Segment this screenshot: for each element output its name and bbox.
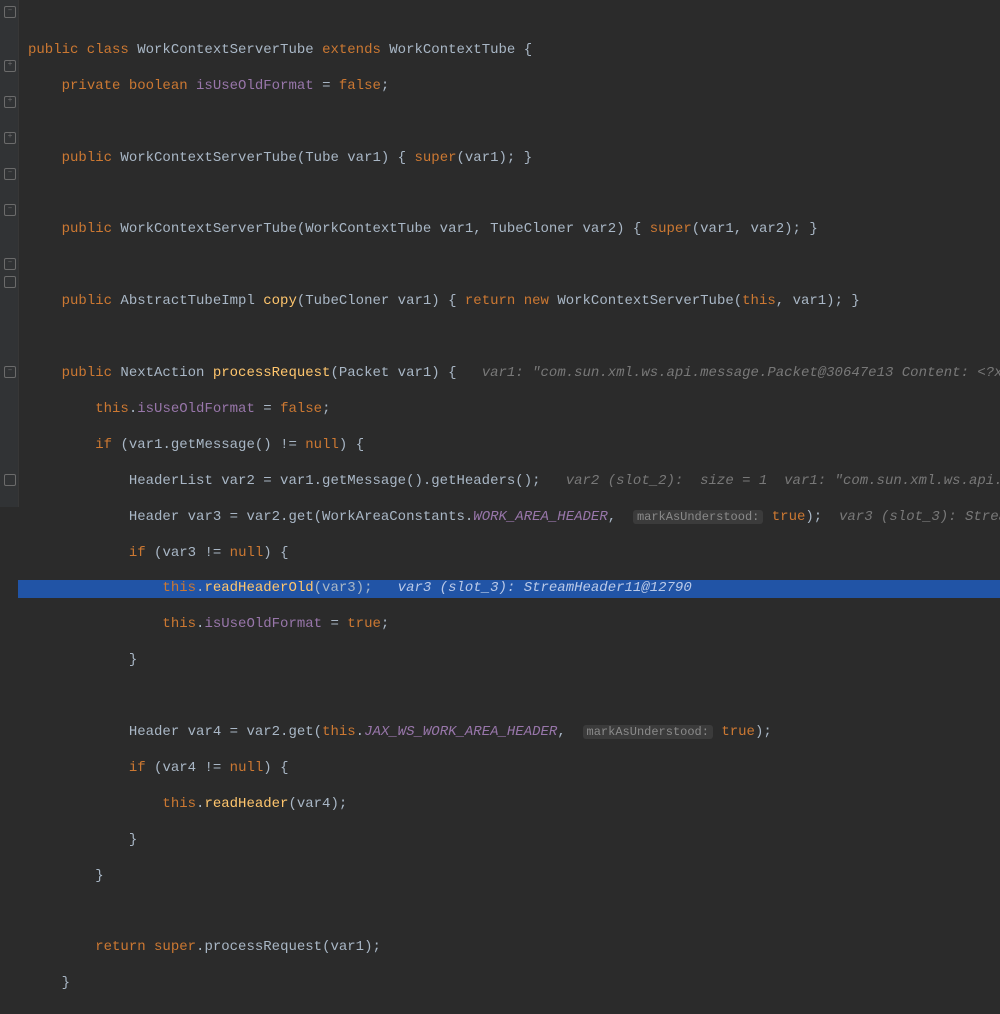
code-line: Header var4 = var2.get(this.JAX_WS_WORK_… <box>28 724 1000 742</box>
code-line: return super.processRequest(var1); <box>28 939 1000 957</box>
code-line: if (var4 != null) { <box>28 760 1000 778</box>
blank-line <box>28 114 1000 132</box>
code-line: public class WorkContextServerTube exten… <box>28 42 1000 60</box>
code-editor[interactable]: public class WorkContextServerTube exten… <box>18 0 1000 507</box>
code-line: } <box>28 868 1000 886</box>
fold-toggle[interactable]: – <box>4 168 16 180</box>
parameter-hint: markAsUnderstood: <box>633 510 763 524</box>
code-line: public NextAction processRequest(Packet … <box>28 365 1000 383</box>
blank-line <box>28 185 1000 203</box>
gutter: – + + + – – – – <box>0 0 19 507</box>
code-line: } <box>28 652 1000 670</box>
code-line: private boolean isUseOldFormat = false; <box>28 78 1000 96</box>
parameter-hint: markAsUnderstood: <box>583 725 713 739</box>
inline-debug-hint: var1: "com.sun.xml.ws.api.message.Packet… <box>482 365 1000 381</box>
fold-toggle[interactable]: + <box>4 132 16 144</box>
inline-debug-hint: var3 (slot_3): Strea <box>839 509 1000 525</box>
code-line: public AbstractTubeImpl copy(TubeCloner … <box>28 293 1000 311</box>
blank-line <box>28 688 1000 706</box>
inline-debug-hint: var3 (slot_3): StreamHeader11@12790 <box>398 580 692 596</box>
fold-toggle[interactable]: – <box>4 258 16 270</box>
code-line: public WorkContextServerTube(WorkContext… <box>28 221 1000 239</box>
code-line: this.readHeader(var4); <box>28 796 1000 814</box>
fold-toggle[interactable]: – <box>4 366 16 378</box>
blank-line <box>28 257 1000 275</box>
fold-toggle[interactable]: + <box>4 96 16 108</box>
inline-debug-hint: var2 (slot_2): size = 1 var1: "com.sun.x… <box>566 473 1000 489</box>
code-line: } <box>28 975 1000 993</box>
blank-line <box>28 904 1000 922</box>
code-line: HeaderList var2 = var1.getMessage().getH… <box>28 473 1000 491</box>
code-line: this.isUseOldFormat = false; <box>28 401 1000 419</box>
code-line: public WorkContextServerTube(Tube var1) … <box>28 150 1000 168</box>
fold-toggle[interactable]: – <box>4 204 16 216</box>
fold-toggle[interactable] <box>4 276 16 288</box>
fold-toggle[interactable]: + <box>4 60 16 72</box>
execution-line: this.readHeaderOld(var3); var3 (slot_3):… <box>18 580 1000 598</box>
code-line: Header var3 = var2.get(WorkAreaConstants… <box>28 509 1000 527</box>
code-line: } <box>28 832 1000 850</box>
fold-toggle[interactable]: – <box>4 6 16 18</box>
code-line: this.isUseOldFormat = true; <box>28 616 1000 634</box>
fold-toggle[interactable] <box>4 474 16 486</box>
code-line: if (var3 != null) { <box>28 545 1000 563</box>
code-line: if (var1.getMessage() != null) { <box>28 437 1000 455</box>
blank-line <box>28 329 1000 347</box>
